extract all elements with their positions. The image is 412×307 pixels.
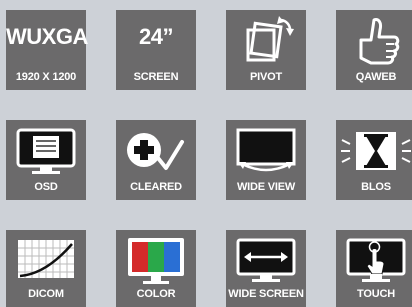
tile-caption: QAWEB xyxy=(355,71,397,83)
tile-cleared: CLEARED xyxy=(116,120,196,200)
color-bars-icon xyxy=(128,238,184,284)
tile-caption: BLOS xyxy=(361,181,391,193)
tile-caption: OSD xyxy=(34,181,58,193)
tile-caption: TOUCH xyxy=(357,288,395,300)
tile-caption: PIVOT xyxy=(249,71,282,83)
tile-osd: OSD xyxy=(6,120,86,200)
screen-size-text: 24” xyxy=(139,24,173,49)
feature-grid: WUXGA 1920 X 1200 24” SCREEN PIVOT QAWEB xyxy=(0,0,412,307)
tile-caption: SCREEN xyxy=(133,71,179,83)
tile-caption: 1920 X 1200 xyxy=(15,71,77,83)
wide-screen-icon xyxy=(236,238,296,282)
tile-caption: WIDE VIEW xyxy=(236,181,296,193)
tile-caption: DICOM xyxy=(28,288,64,300)
cleared-icon xyxy=(127,133,184,170)
tile-touch: TOUCH xyxy=(336,230,412,307)
tile-wide-view: WIDE VIEW xyxy=(226,120,306,200)
thumbs-up-icon xyxy=(359,18,400,65)
tile-screen-size: 24” SCREEN xyxy=(116,10,196,90)
tile-color: COLOR xyxy=(116,230,196,307)
hourglass-icon xyxy=(341,132,411,170)
dicom-curve-icon xyxy=(18,240,74,278)
tile-dicom: DICOM xyxy=(6,230,86,307)
tile-pivot: PIVOT xyxy=(226,10,306,90)
tile-blos: BLOS xyxy=(336,120,412,200)
tile-caption: CLEARED xyxy=(130,181,182,193)
resolution-text: WUXGA xyxy=(6,24,88,49)
tile-wuxga: WUXGA 1920 X 1200 xyxy=(6,10,88,90)
osd-icon xyxy=(16,128,76,174)
tile-qaweb: QAWEB xyxy=(336,10,412,90)
pivot-icon xyxy=(246,16,294,62)
tile-caption: WIDE SCREEN xyxy=(228,288,304,300)
touch-icon xyxy=(346,238,406,282)
tile-wide-screen: WIDE SCREEN xyxy=(226,230,306,307)
tile-caption: COLOR xyxy=(136,288,176,300)
wide-view-icon xyxy=(236,128,296,172)
